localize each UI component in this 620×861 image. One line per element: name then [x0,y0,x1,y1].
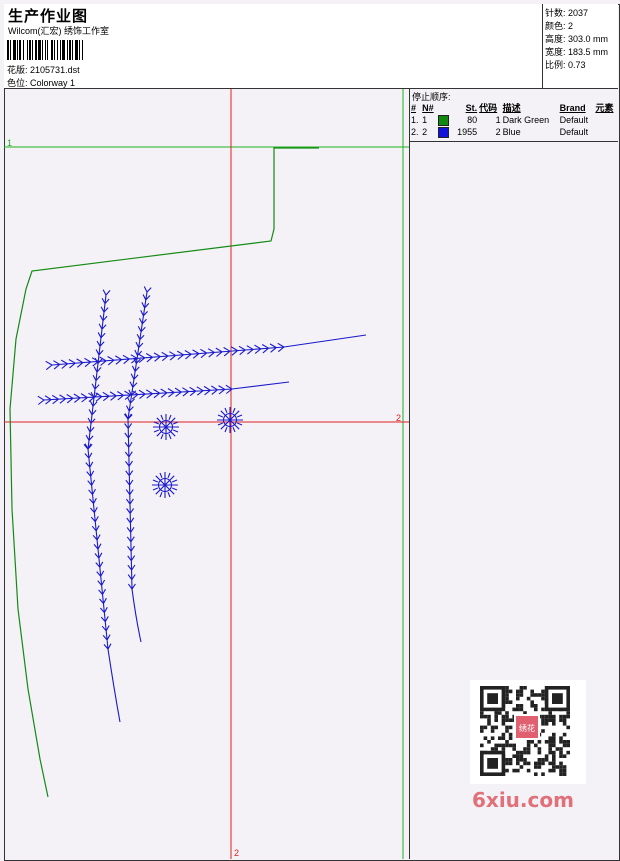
spec-colors: 颜色: 2 [545,21,574,31]
spec-stitches: 针数: 2037 [545,8,589,18]
table-row: 1. 1 80 1 Dark Green Default [411,114,589,126]
colorway-label: 色位: [7,78,28,88]
spec-width: 宽度: 183.5 mm [545,47,609,57]
thread-table-body: 1. 1 80 1 Dark Green Default 2. 2 1955 2 Blue Defau… [410,114,618,138]
panel-divider [410,141,618,142]
marker-right-2: 2 [396,413,401,423]
design-canvas: 1 2 2 [4,89,410,859]
spec-scale: 比例: 0.73 [545,60,586,70]
table-row: 2. 2 1955 2 Blue Default [411,126,589,138]
barcode [7,40,145,60]
flower-lower [152,472,178,498]
blue-stitches [37,286,367,723]
qr-code: 绣花 [470,680,586,784]
flower-left [153,414,179,440]
marker-left-1: 1 [7,138,12,148]
design-name: 花版: 2105731.dst [7,63,80,76]
stitch-preview: 1 2 2 [4,89,409,859]
spec-panel: 针数: 2037 颜色: 2 高度: 303.0 mm 宽度: 183.5 mm… [542,4,619,88]
colorway-value: Colorway 1 [30,78,76,88]
design-value: 2105731.dst [30,65,80,75]
qr-code-icon: 绣花 [480,686,570,776]
thread-col-4: 代码 [479,103,498,113]
flower-center [217,407,243,433]
thread-col-5: 描述 [502,103,521,113]
watermark-text: 6xiu.com [472,788,574,812]
stitch-tail-upper [283,334,367,348]
header: 生产作业图 Wilcom(汇宏) 绣饰工作室 花版: 2105731.dst 色… [4,4,618,89]
thread-col-2 [437,101,452,114]
thread-col-1: N# [422,102,434,113]
thread-table: # N# St. 代码 描述 Brand 元素 1. 1 80 1 Dark Green Defaul… [410,101,618,138]
seal-text: 绣花 [519,723,535,733]
thread-col-3: St. [465,102,478,113]
thread-col-0: # [411,102,417,113]
page-title: 生产作业图 [8,8,89,25]
stitch-vertical-left-top [84,289,111,450]
stitch-tail-left [107,648,121,723]
marker-bottom-2: 2 [234,848,239,858]
stitch-horizontal-lower [37,384,233,405]
stitch-vertical-left [83,443,112,650]
color-swatch [438,126,450,138]
stitch-vertical-right-top [124,286,152,420]
color-swatch [438,114,450,126]
stitch-vertical-right [123,413,136,590]
thread-col-7: 元素 [595,103,614,113]
thread-table-header: # N# St. 代码 描述 Brand 元素 [410,101,618,114]
design-label: 花版: [7,65,28,75]
software-subtitle: Wilcom(汇宏) 绣饰工作室 [8,26,109,36]
stitch-tail-right [131,588,142,643]
spec-height: 高度: 303.0 mm [545,34,609,44]
stitch-tail-lower [231,381,290,390]
stitch-horizontal-upper [45,342,285,371]
thread-col-6: Brand [559,102,586,113]
colorway: 色位: Colorway 1 [7,76,75,89]
